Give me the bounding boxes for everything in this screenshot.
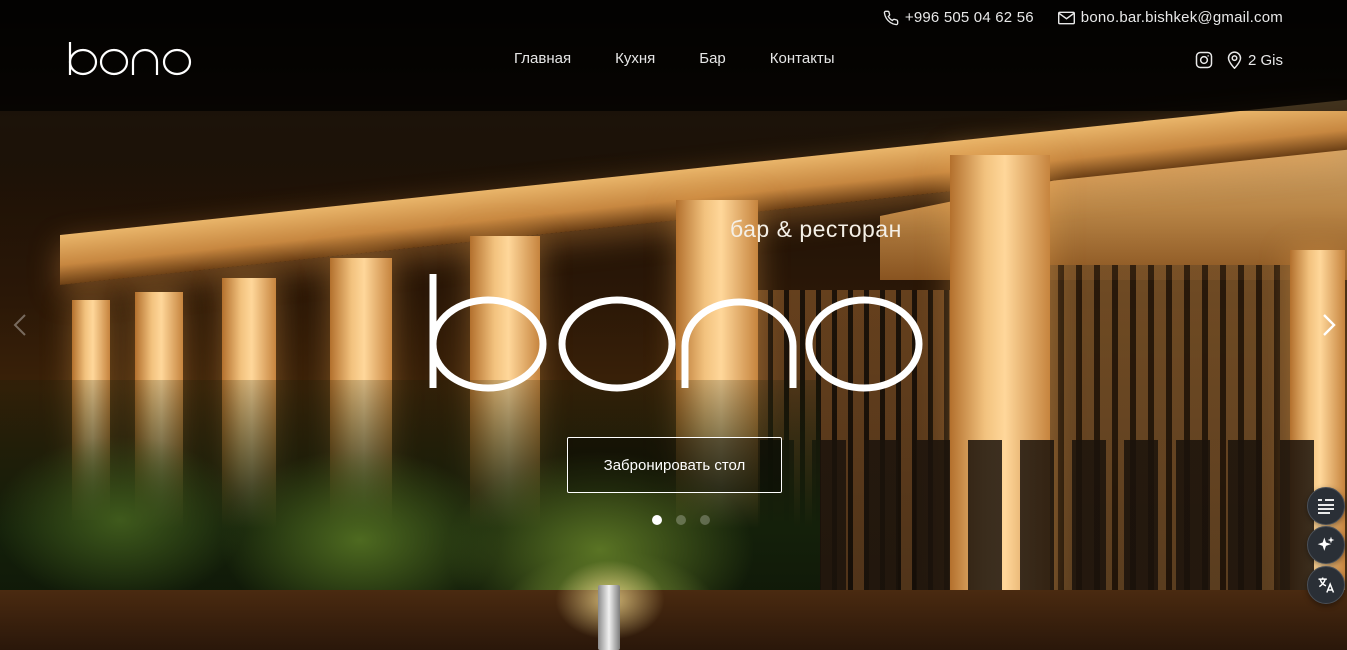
slider-next-button[interactable] — [1313, 310, 1343, 340]
slider-dot-3[interactable] — [700, 515, 710, 525]
chevron-right-icon — [1323, 314, 1336, 336]
main-nav: Главная Кухня Бар Контакты — [514, 50, 835, 67]
hero-logo: bono — [429, 274, 923, 392]
chevron-left-icon — [13, 314, 26, 336]
slider-dot-1[interactable] — [652, 515, 662, 525]
garden-lamp — [598, 585, 620, 650]
site-header: bono +996 505 04 62 56 bono.bar.bishkek@… — [0, 0, 1347, 111]
social-links: 2 Gis — [1195, 51, 1283, 69]
header-logo[interactable]: bono — [68, 38, 194, 80]
nav-item-contacts[interactable]: Контакты — [770, 50, 835, 67]
nav-item-bar[interactable]: Бар — [699, 50, 726, 67]
map-link[interactable]: 2 Gis — [1227, 51, 1283, 69]
contact-row: +996 505 04 62 56 bono.bar.bishkek@gmail… — [883, 9, 1283, 26]
phone-icon — [883, 10, 899, 25]
translate-icon — [1318, 577, 1335, 593]
slider-dots — [652, 515, 710, 525]
planters — [760, 440, 1320, 610]
ai-tool-button[interactable] — [1307, 526, 1345, 564]
instagram-icon[interactable] — [1195, 51, 1213, 69]
list-icon — [1318, 499, 1334, 514]
sparkle-icon — [1317, 536, 1335, 551]
phone-number: +996 505 04 62 56 — [904, 9, 1034, 26]
hero-subtitle: бар & ресторан — [730, 216, 902, 242]
nav-item-home[interactable]: Главная — [514, 50, 571, 67]
map-pin-icon — [1227, 51, 1242, 69]
reader-tool-button[interactable] — [1307, 487, 1345, 525]
slider-dot-2[interactable] — [676, 515, 686, 525]
translate-tool-button[interactable] — [1307, 566, 1345, 604]
phone-link[interactable]: +996 505 04 62 56 — [883, 9, 1034, 26]
mail-icon — [1057, 11, 1075, 24]
nav-item-kitchen[interactable]: Кухня — [615, 50, 655, 67]
map-label: 2 Gis — [1247, 51, 1283, 69]
email-link[interactable]: bono.bar.bishkek@gmail.com — [1057, 9, 1283, 26]
email-address: bono.bar.bishkek@gmail.com — [1080, 9, 1283, 26]
slider-prev-button[interactable] — [6, 310, 36, 340]
book-table-button[interactable]: Забронировать стол — [567, 437, 782, 493]
ground — [0, 590, 1347, 650]
